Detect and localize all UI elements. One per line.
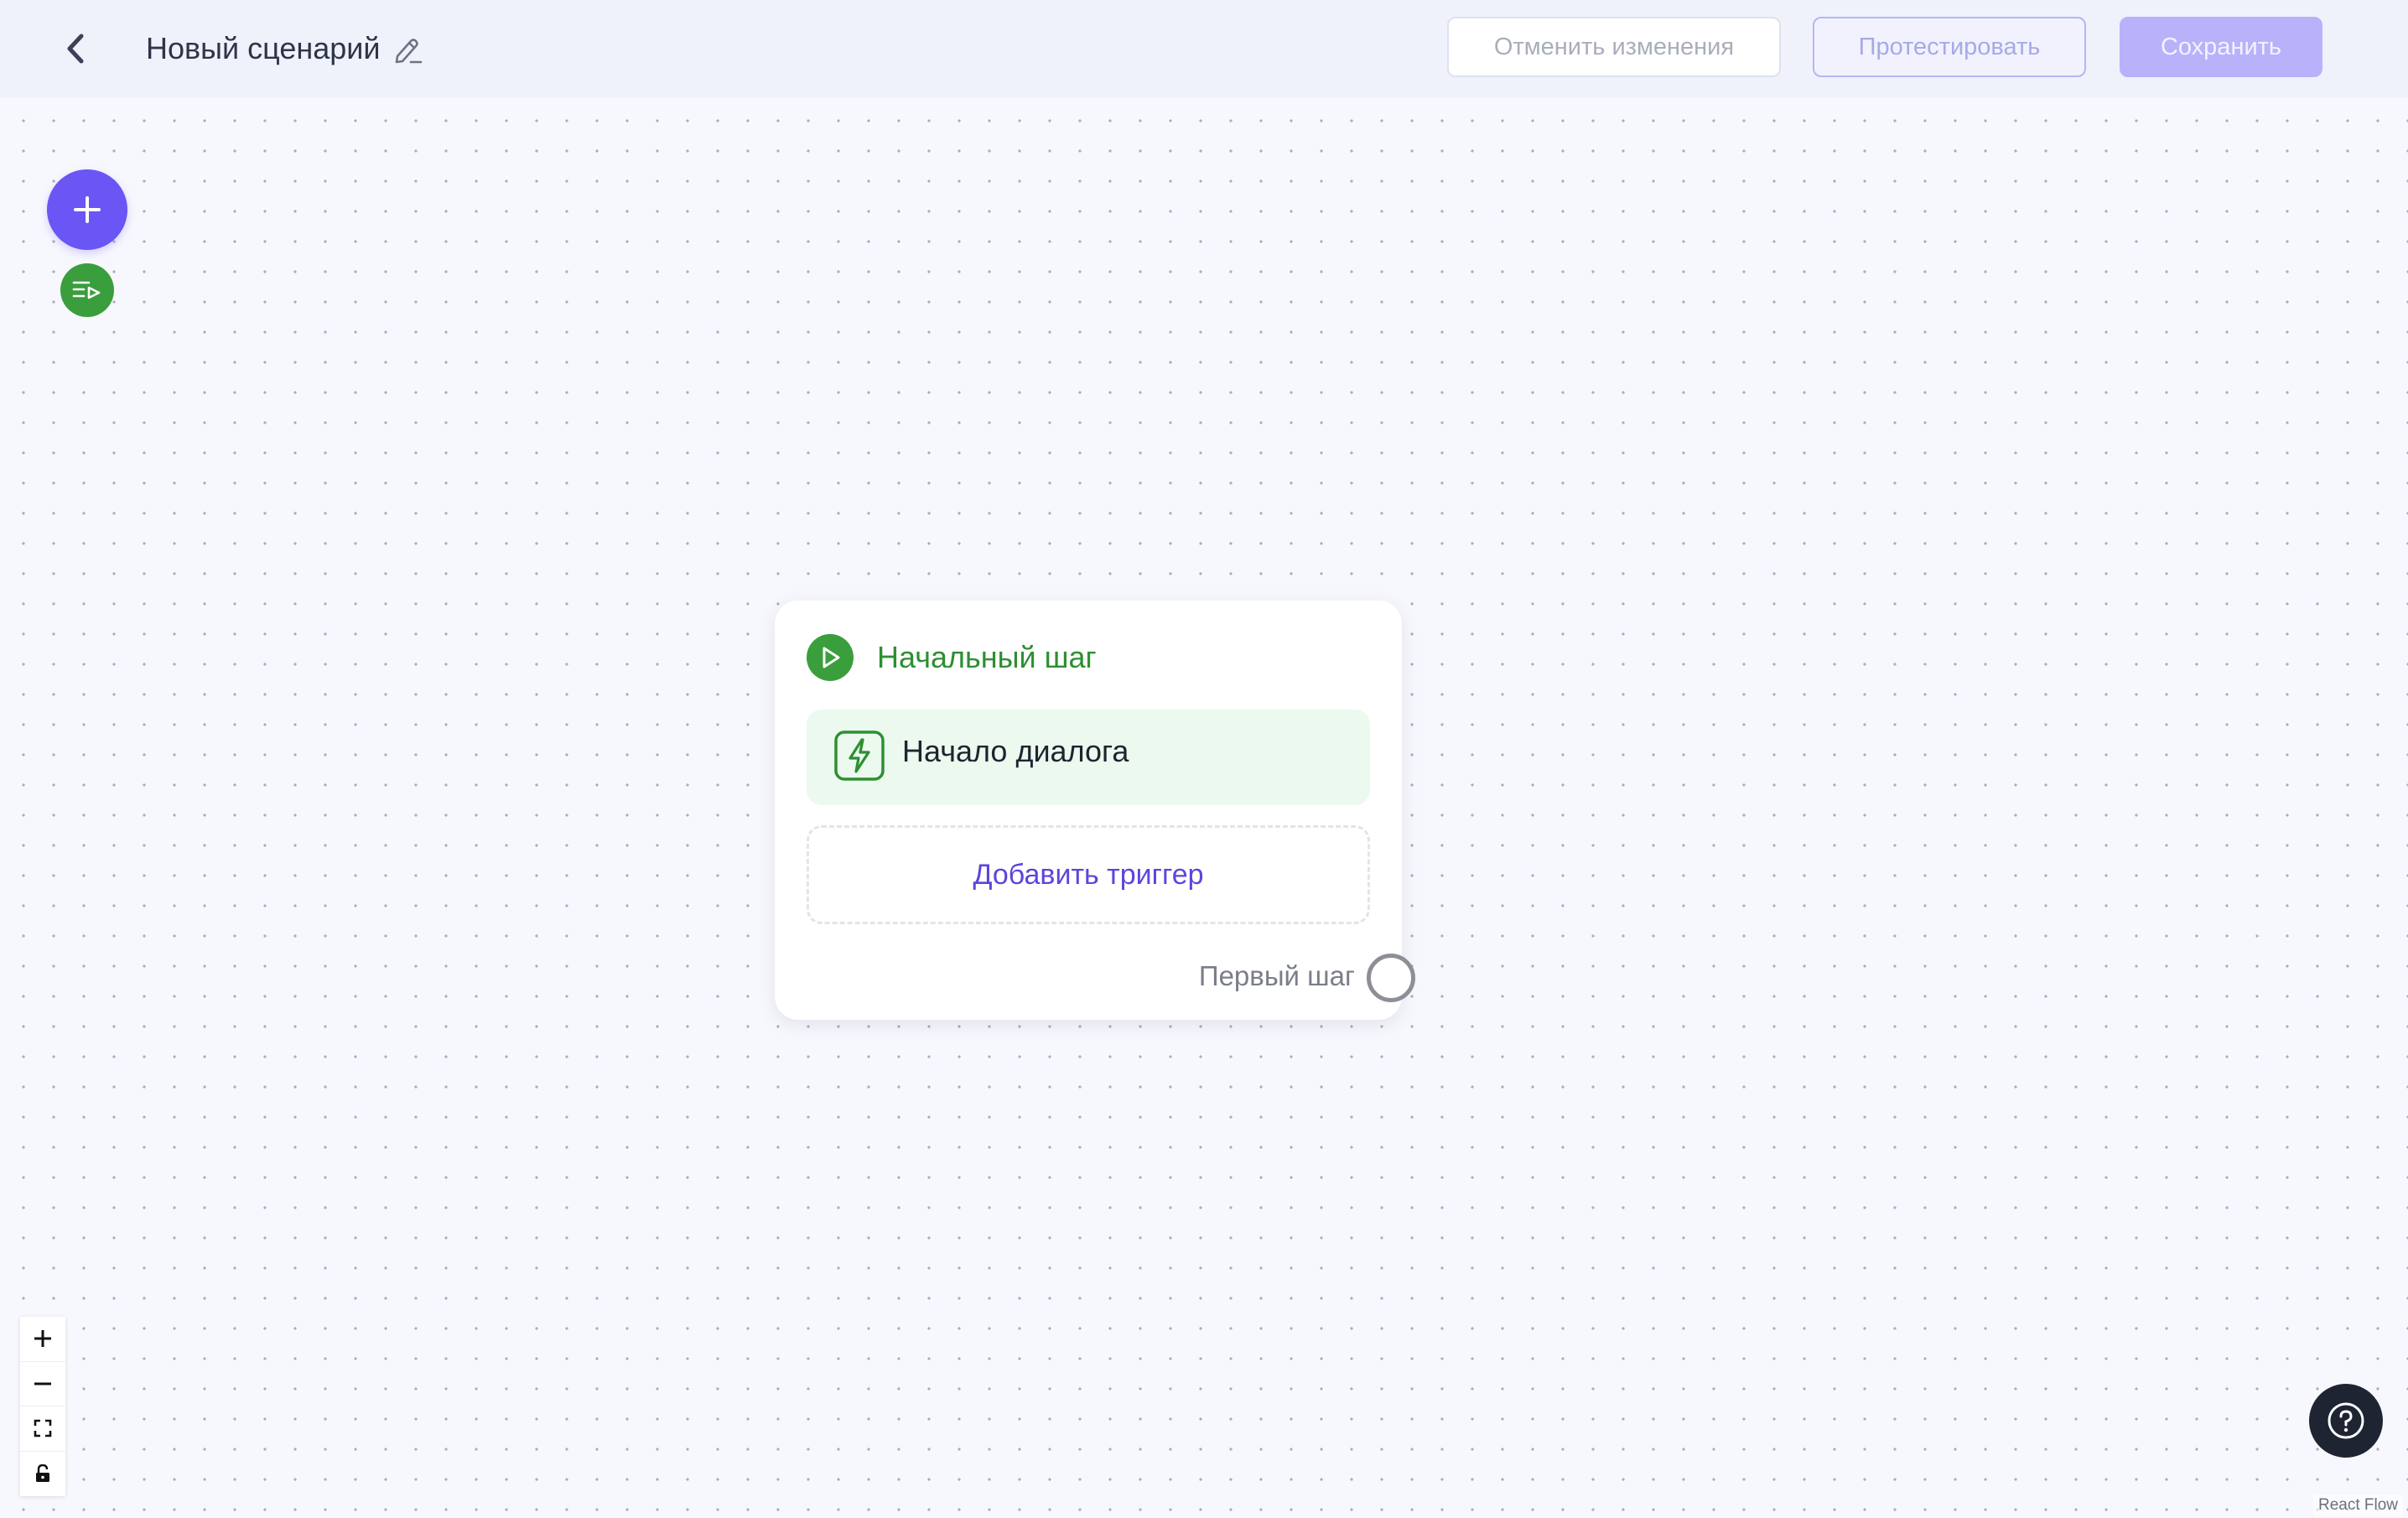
app: Новый сценарий Отменить изменения Протес… — [0, 0, 2408, 1518]
start-node[interactable]: Начальный шаг Начало диалога Добавить тр… — [775, 600, 1415, 1020]
react-flow-attribution[interactable]: React Flow — [2312, 1495, 2403, 1516]
start-node-badge — [807, 634, 854, 681]
first-step-label: Первый шаг — [1198, 960, 1355, 991]
trigger-label: Начало диалога — [902, 734, 1129, 768]
question-icon — [2328, 1402, 2364, 1439]
flow-controls — [20, 1317, 65, 1496]
output-handle[interactable] — [1367, 954, 1415, 1002]
page-title: Новый сценарий — [146, 31, 381, 65]
chevron-left-icon — [67, 34, 84, 64]
pencil-icon — [395, 39, 423, 64]
help-button[interactable] — [2309, 1384, 2383, 1458]
test-button[interactable]: Протестировать — [1813, 17, 2086, 77]
playlist-icon — [72, 281, 101, 299]
plus-icon — [74, 196, 101, 223]
play-icon — [823, 647, 840, 668]
minus-icon — [34, 1382, 51, 1385]
add-node-button[interactable] — [47, 169, 127, 250]
playlist-button[interactable] — [60, 263, 114, 317]
zoom-in-button[interactable] — [20, 1317, 65, 1362]
lock-button[interactable] — [20, 1452, 65, 1497]
top-bar: Новый сценарий Отменить изменения Протес… — [0, 0, 2408, 97]
back-button[interactable] — [55, 29, 96, 69]
cancel-changes-button[interactable]: Отменить изменения — [1447, 17, 1781, 77]
fit-view-button[interactable] — [20, 1406, 65, 1452]
fit-view-icon — [34, 1419, 52, 1437]
trigger-icon-box — [833, 730, 885, 782]
add-trigger-button[interactable]: Добавить триггер — [807, 825, 1370, 924]
edit-title-button[interactable] — [391, 32, 426, 67]
trigger-item[interactable]: Начало диалога — [807, 710, 1370, 805]
lightning-icon — [834, 730, 885, 781]
lock-icon — [36, 1464, 49, 1483]
node-title: Начальный шаг — [877, 640, 1097, 674]
plus-icon — [34, 1330, 51, 1348]
save-button[interactable]: Сохранить — [2120, 17, 2322, 77]
zoom-out-button[interactable] — [20, 1362, 65, 1406]
